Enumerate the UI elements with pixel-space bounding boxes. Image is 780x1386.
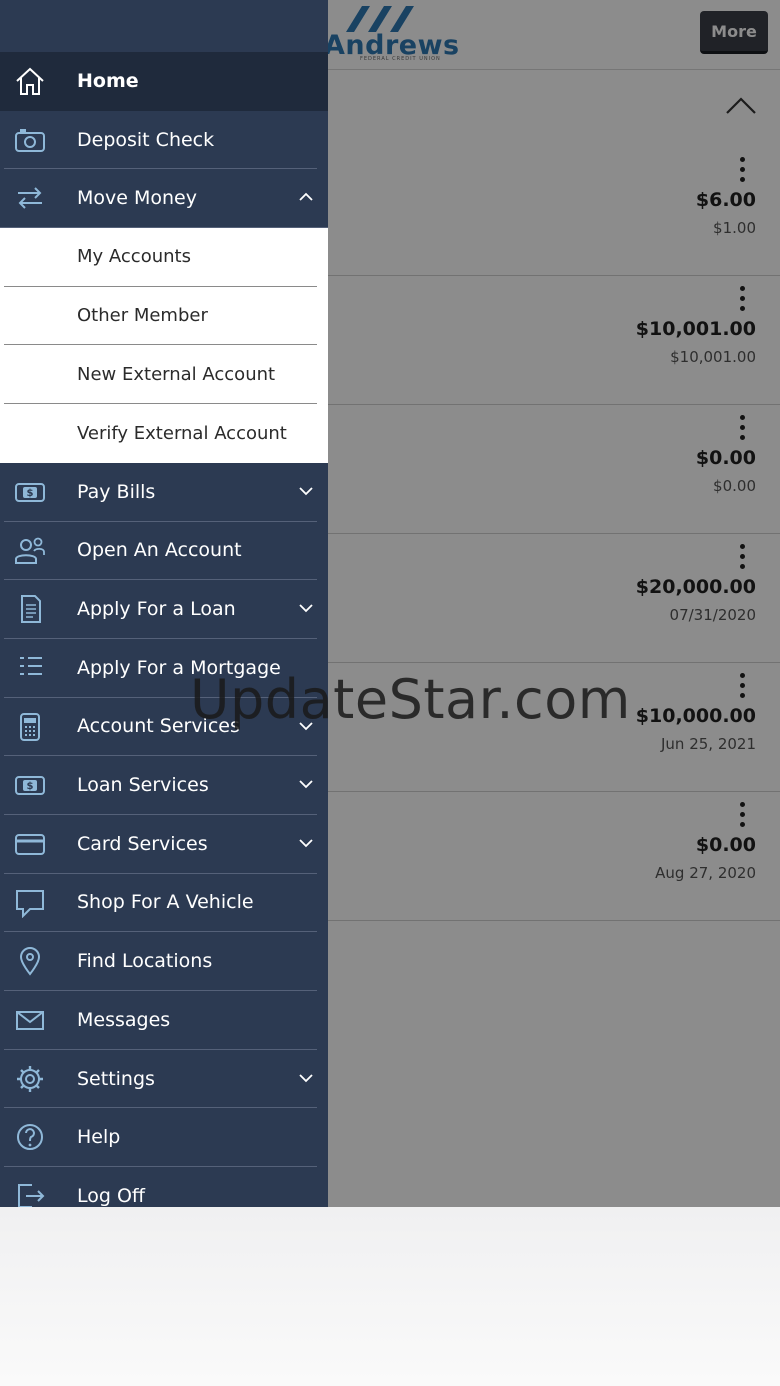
submenu-label: Verify External Account [77, 422, 287, 444]
submenu-label: My Accounts [77, 246, 191, 268]
navigation-drawer: Home Deposit Check Move Money My Account… [0, 0, 328, 1207]
nav-item-messages[interactable]: Messages [4, 991, 317, 1050]
drawer-header [0, 0, 328, 52]
submenu-item-other-member[interactable]: Other Member [4, 287, 317, 346]
question-circle-icon [14, 1122, 46, 1152]
nav-item-loan-services[interactable]: $ Loan Services [4, 756, 317, 815]
nav-label: Deposit Check [77, 128, 215, 151]
camera-icon [14, 125, 46, 155]
nav-label: Account Services [77, 715, 240, 738]
nav-label: Help [77, 1126, 121, 1149]
list-icon [14, 653, 46, 683]
users-icon [14, 536, 46, 566]
submenu-item-new-external-account[interactable]: New External Account [4, 345, 317, 405]
chevron-down-icon [299, 604, 313, 613]
nav-item-deposit-check[interactable]: Deposit Check [4, 111, 317, 170]
nav-label: Apply For a Mortgage [77, 656, 281, 679]
nav-item-account-services[interactable]: Account Services [4, 698, 317, 757]
move-money-submenu: My Accounts Other Member New External Ac… [0, 228, 328, 463]
nav-label: Open An Account [77, 539, 242, 562]
nav-item-move-money[interactable]: Move Money [0, 169, 328, 229]
nav-label: Messages [77, 1008, 171, 1031]
nav-item-apply-loan[interactable]: Apply For a Loan [4, 580, 317, 639]
nav-label: Loan Services [77, 774, 209, 797]
gear-icon [14, 1064, 46, 1094]
chevron-down-icon [299, 839, 313, 848]
nav-label: Move Money [77, 187, 197, 210]
logout-icon [14, 1181, 46, 1207]
home-icon [14, 66, 46, 96]
nav-label: Apply For a Loan [77, 598, 236, 621]
nav-label: Find Locations [77, 950, 213, 973]
calculator-icon [14, 712, 46, 742]
nav-item-settings[interactable]: Settings [4, 1050, 317, 1109]
nav-label: Card Services [77, 832, 208, 855]
chevron-up-icon [299, 193, 313, 202]
nav-label: Settings [77, 1067, 155, 1090]
submenu-item-my-accounts[interactable]: My Accounts [4, 228, 317, 287]
chevron-down-icon [299, 487, 313, 496]
submenu-item-verify-external-account[interactable]: Verify External Account [4, 404, 317, 463]
submenu-label: Other Member [77, 305, 208, 327]
nav-label: Home [77, 70, 139, 93]
nav-item-help[interactable]: Help [4, 1108, 317, 1168]
chevron-down-icon [299, 1074, 313, 1082]
chevron-down-icon [299, 721, 313, 730]
submenu-label: New External Account [77, 363, 276, 385]
map-pin-icon [14, 946, 46, 976]
svg-text:$: $ [27, 781, 34, 792]
nav-label: Shop For A Vehicle [77, 891, 254, 914]
chevron-down-icon [299, 780, 313, 789]
transfer-arrows-icon [14, 183, 46, 213]
nav-item-home[interactable]: Home [0, 52, 328, 111]
nav-label: Pay Bills [77, 480, 156, 503]
credit-card-icon [14, 829, 46, 859]
nav-item-apply-mortgage[interactable]: Apply For a Mortgage [4, 639, 317, 698]
money-bill-icon: $ [14, 477, 46, 507]
envelope-icon [14, 1005, 46, 1035]
svg-text:$: $ [27, 488, 34, 499]
nav-item-pay-bills[interactable]: $ Pay Bills [4, 463, 317, 522]
nav-item-shop-vehicle[interactable]: Shop For A Vehicle [4, 874, 317, 933]
bottom-blank-area [0, 1207, 780, 1386]
document-icon [14, 594, 46, 624]
chat-bubble-icon [14, 888, 46, 919]
nav-item-open-account[interactable]: Open An Account [4, 522, 317, 581]
money-bill-icon: $ [14, 770, 46, 800]
nav-label: Log Off [77, 1184, 146, 1207]
nav-item-card-services[interactable]: Card Services [4, 815, 317, 874]
nav-item-log-off[interactable]: Log Off [4, 1167, 317, 1207]
nav-item-find-locations[interactable]: Find Locations [4, 932, 317, 991]
